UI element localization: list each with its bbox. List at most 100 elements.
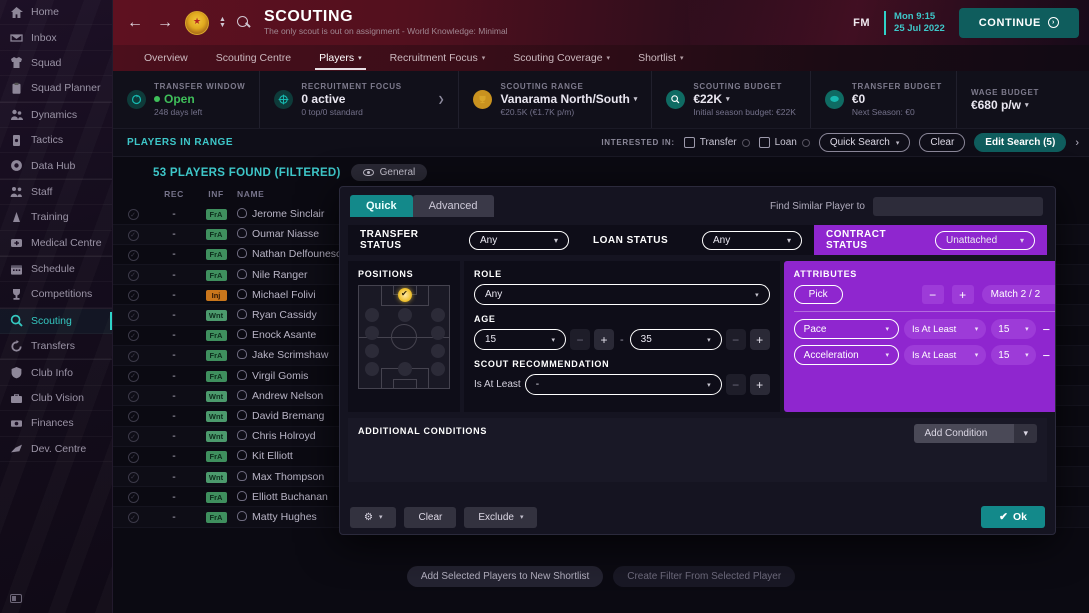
row-select[interactable]: ✓: [113, 345, 153, 365]
position-slot-dcr[interactable]: [431, 362, 445, 376]
chevron-updown-icon[interactable]: ▲▼: [219, 17, 226, 29]
sidebar-item-finances[interactable]: Finances: [0, 411, 112, 436]
exclude-button[interactable]: Exclude ▾: [464, 507, 537, 528]
dialog-tab-quick[interactable]: Quick: [350, 195, 413, 217]
attribute-operator-select[interactable]: Is At Least▾: [904, 345, 986, 365]
attributes-match-select[interactable]: Match 2 / 2 ▾: [982, 285, 1056, 304]
attribute-decrement[interactable]: −: [1041, 348, 1052, 363]
position-slot-amr[interactable]: [431, 308, 445, 322]
arrow-left-icon[interactable]: ←: [125, 13, 145, 33]
row-select[interactable]: ✓: [113, 265, 153, 285]
age-min-decrement[interactable]: −: [570, 329, 590, 350]
sidebar-item-tactics[interactable]: Tactics: [0, 128, 112, 153]
quick-search-dropdown[interactable]: Quick Search ▾: [819, 133, 911, 152]
row-select[interactable]: ✓: [113, 426, 153, 446]
sidebar-item-club-info[interactable]: Club Info: [0, 360, 112, 385]
sidebar-collapse-icon[interactable]: [10, 594, 22, 603]
attribute-value-select[interactable]: 15▾: [991, 319, 1035, 339]
dialog-tab-advanced[interactable]: Advanced: [413, 195, 494, 217]
position-slot-ml[interactable]: [365, 326, 379, 340]
sidebar-item-medical-centre[interactable]: Medical Centre: [0, 231, 112, 256]
row-select[interactable]: ✓: [113, 446, 153, 466]
age-min-select[interactable]: 15 ▾: [474, 329, 566, 350]
add-condition-dropdown[interactable]: Add Condition ▾: [914, 424, 1037, 443]
info-scouting-range[interactable]: SCOUTING RANGEVanarama North/South▾€20.5…: [459, 71, 652, 128]
position-slot-dcl[interactable]: [365, 362, 379, 376]
row-select[interactable]: ✓: [113, 487, 153, 507]
tab-scouting-coverage[interactable]: Scouting Coverage▾: [499, 45, 624, 71]
search-icon[interactable]: [236, 15, 252, 31]
transfer-status-select[interactable]: Any ▾: [469, 231, 569, 250]
view-toggle-button[interactable]: General: [351, 164, 428, 181]
dialog-clear-button[interactable]: Clear: [404, 507, 456, 528]
row-select[interactable]: ✓: [113, 386, 153, 406]
attributes-increment[interactable]: +: [952, 285, 974, 304]
position-slot-dr[interactable]: [431, 344, 445, 358]
info-recruitment-focus[interactable]: RECRUITMENT FOCUS0 active0 top/0 standar…: [260, 71, 459, 128]
loan-status-select[interactable]: Any ▾: [702, 231, 802, 250]
position-slot-st-c[interactable]: [398, 288, 412, 302]
info-scouting-budget[interactable]: SCOUTING BUDGET€22K▾Initial season budge…: [652, 71, 811, 128]
scout-rec-increment[interactable]: +: [750, 374, 770, 395]
row-select[interactable]: ✓: [113, 305, 153, 325]
sidebar-item-training[interactable]: Training: [0, 205, 112, 230]
sidebar-item-dynamics[interactable]: Dynamics: [0, 103, 112, 128]
tab-players[interactable]: Players▾: [305, 45, 376, 71]
scout-rec-select[interactable]: - ▾: [525, 374, 722, 395]
sidebar-item-club-vision[interactable]: Club Vision: [0, 386, 112, 411]
sidebar-item-dev-centre[interactable]: Dev. Centre: [0, 437, 112, 462]
role-select[interactable]: Any ▾: [474, 284, 770, 305]
tab-recruitment-focus[interactable]: Recruitment Focus▾: [376, 45, 500, 71]
edit-search-button[interactable]: Edit Search (5): [974, 133, 1066, 152]
tab-overview[interactable]: Overview: [130, 45, 202, 71]
attributes-decrement[interactable]: −: [922, 285, 944, 304]
arrow-right-icon[interactable]: →: [155, 13, 175, 33]
tab-scouting-centre[interactable]: Scouting Centre: [202, 45, 305, 71]
position-pitch[interactable]: [358, 285, 450, 389]
attribute-value-select[interactable]: 15▾: [991, 345, 1035, 365]
position-slot-dcc[interactable]: [398, 362, 412, 376]
position-slot-dl[interactable]: [365, 344, 379, 358]
row-select[interactable]: ✓: [113, 244, 153, 264]
attribute-name-select[interactable]: Acceleration▾: [794, 345, 899, 365]
age-min-increment[interactable]: +: [594, 329, 614, 350]
row-select[interactable]: ✓: [113, 406, 153, 426]
age-max-decrement[interactable]: −: [726, 329, 746, 350]
attributes-pick-button[interactable]: Pick: [794, 285, 843, 304]
help-icon[interactable]: [802, 139, 810, 147]
age-max-increment[interactable]: +: [750, 329, 770, 350]
row-select[interactable]: ✓: [113, 285, 153, 305]
sidebar-item-squad-planner[interactable]: Squad Planner: [0, 76, 112, 101]
find-similar-input[interactable]: [873, 197, 1043, 216]
attribute-name-select[interactable]: Pace▾: [794, 319, 899, 339]
loan-checkbox[interactable]: Loan: [759, 137, 810, 148]
clear-button[interactable]: Clear: [919, 133, 965, 152]
position-slot-amc[interactable]: [398, 308, 412, 322]
tab-shortlist[interactable]: Shortlist▾: [624, 45, 697, 71]
help-icon[interactable]: [742, 139, 750, 147]
chevron-right-icon[interactable]: ❯: [438, 95, 445, 104]
sidebar-item-squad[interactable]: Squad: [0, 51, 112, 76]
sidebar-item-schedule[interactable]: Schedule: [0, 257, 112, 282]
sidebar-item-inbox[interactable]: Inbox: [0, 25, 112, 50]
club-crest-icon[interactable]: [185, 11, 209, 35]
action-create-filter-from-selected-player[interactable]: Create Filter From Selected Player: [613, 566, 795, 587]
row-select[interactable]: ✓: [113, 366, 153, 386]
chevron-right-icon[interactable]: ›: [1075, 137, 1079, 149]
row-select[interactable]: ✓: [113, 507, 153, 527]
position-slot-aml[interactable]: [365, 308, 379, 322]
info-wage-budget[interactable]: WAGE BUDGET€680 p/w▾: [957, 71, 1089, 128]
settings-button[interactable]: ⚙ ▾: [350, 507, 396, 528]
position-slot-mr[interactable]: [431, 326, 445, 340]
age-max-select[interactable]: 35 ▾: [630, 329, 722, 350]
sidebar-item-data-hub[interactable]: Data Hub: [0, 153, 112, 178]
ok-button[interactable]: ✔ Ok: [981, 506, 1045, 528]
attribute-operator-select[interactable]: Is At Least▾: [904, 319, 986, 339]
row-select[interactable]: ✓: [113, 204, 153, 224]
sidebar-item-competitions[interactable]: Competitions: [0, 282, 112, 307]
row-select[interactable]: ✓: [113, 224, 153, 244]
action-add-selected-players-to-new-shortlist[interactable]: Add Selected Players to New Shortlist: [407, 566, 603, 587]
transfer-checkbox[interactable]: Transfer: [684, 137, 750, 148]
row-select[interactable]: ✓: [113, 466, 153, 486]
sidebar-item-home[interactable]: Home: [0, 0, 112, 25]
